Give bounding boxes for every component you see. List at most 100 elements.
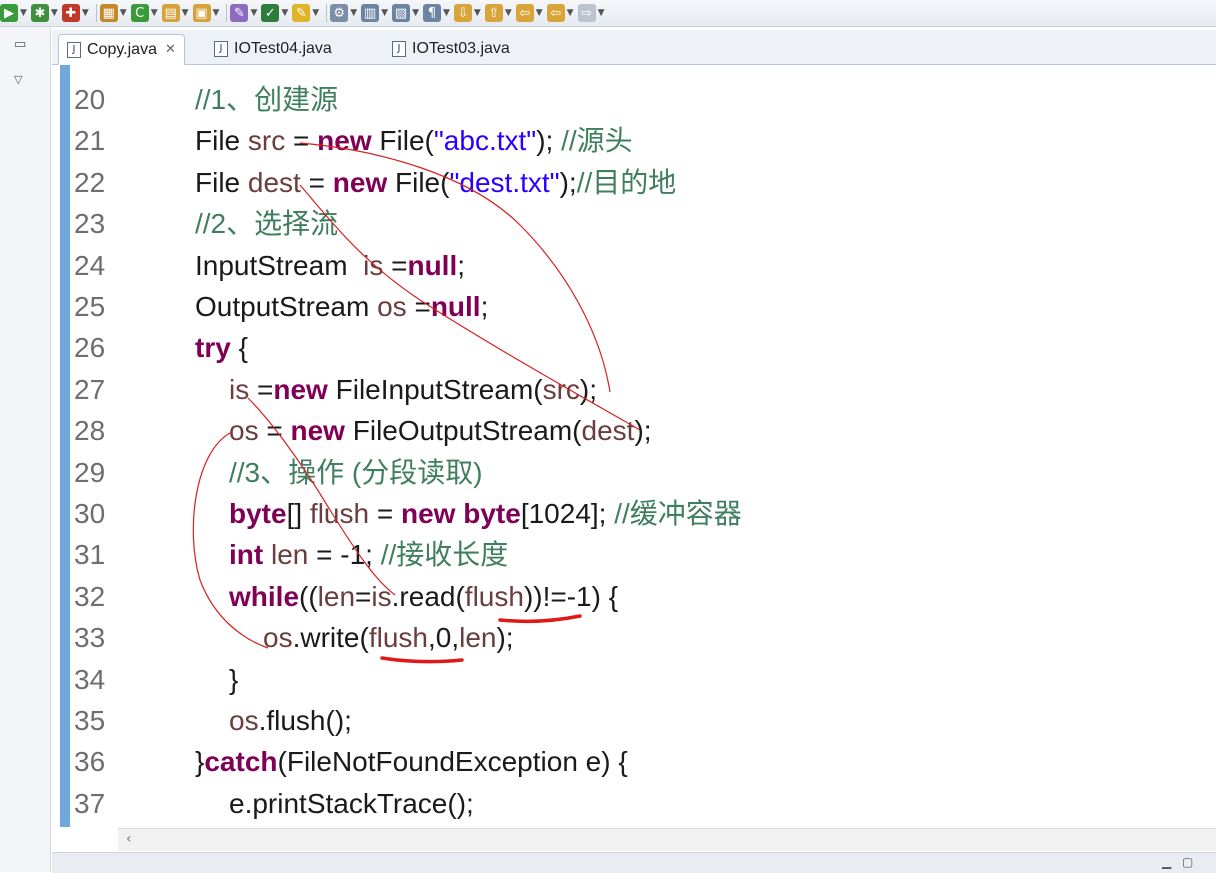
minimize-icon[interactable]: ▁ <box>1162 855 1171 869</box>
identifier-token: flush <box>309 498 370 529</box>
forward-arrow-button[interactable]: ⇨ ▼ <box>577 2 605 24</box>
chevron-down-icon[interactable]: ▼ <box>350 8 357 18</box>
code-line[interactable]: 31 int len = -1; //接收长度 <box>52 534 1216 575</box>
code-line[interactable]: 32 while((len=is.read(flush))!=-1) { <box>52 576 1216 617</box>
scroll-left-icon[interactable]: ‹ <box>126 831 132 847</box>
previous-edit-button[interactable]: ⇧ ▼ <box>484 2 512 24</box>
code-editor[interactable]: 20//1、创建源 21 File src = new File("abc.txt"… <box>52 65 1216 827</box>
open-folder-button[interactable]: ▣ ▼ <box>192 2 220 24</box>
debug-button[interactable]: ✱ ▼ <box>30 2 58 24</box>
next-annotation-button[interactable]: ⚙ ▼ <box>330 2 357 24</box>
chevron-down-icon[interactable]: ▼ <box>536 8 543 18</box>
code-text: File dest = new File("dest.txt");//目的地 <box>195 162 676 203</box>
chevron-down-icon[interactable]: ▼ <box>182 8 189 18</box>
chevron-down-icon[interactable]: ▼ <box>474 8 481 18</box>
code-line[interactable]: 35 os.flush(); <box>52 700 1216 741</box>
tab-iotest03-java[interactable]: J IOTest03.java <box>384 34 518 63</box>
toggle-mark-button[interactable]: ✓ ▼ <box>261 2 288 24</box>
tab-copy-java[interactable]: J Copy.java ✕ <box>58 34 185 65</box>
back-button[interactable]: ⇦ ▼ <box>515 2 543 24</box>
code-token: ))!=-1) { <box>523 580 619 612</box>
keyword-token: null <box>430 291 481 322</box>
chevron-down-icon[interactable]: ▼ <box>82 8 89 18</box>
chevron-down-icon[interactable]: ▼ <box>151 8 158 18</box>
keyword-token: new <box>401 498 456 529</box>
code-token: = <box>406 291 431 322</box>
previous-edit-icon: ⇧ <box>484 4 503 22</box>
new-java-package-icon: ▦ <box>99 4 118 22</box>
forward-button[interactable]: ⇦ ▼ <box>546 2 574 24</box>
external-tools-button[interactable]: ✚ ▼ <box>61 2 89 24</box>
code-line[interactable]: 20 //1、创建源 <box>52 79 1216 120</box>
breadcrumb-button[interactable]: ▥ ▼ <box>361 2 388 24</box>
code-token: = <box>249 373 274 405</box>
new-class-button[interactable]: C ▼ <box>130 2 158 24</box>
debug-icon: ✱ <box>30 4 49 22</box>
chevron-down-icon[interactable]: ▼ <box>567 8 574 18</box>
code-line[interactable]: 24 InputStream is =null; <box>52 245 1216 286</box>
code-line[interactable]: 27 is =new FileInputStream(src); <box>52 369 1216 410</box>
toolbar-separator <box>95 4 97 22</box>
search-button[interactable]: ✎ ▼ <box>230 2 257 24</box>
identifier-token: is <box>371 580 392 612</box>
line-number: 33 <box>74 622 106 654</box>
code-token: ; <box>457 249 466 281</box>
chevron-down-icon[interactable]: ▼ <box>381 8 388 18</box>
string-token: "dest.txt" <box>449 166 560 198</box>
maximize-icon[interactable]: ▢ <box>1182 855 1193 869</box>
tab-label: Copy.java <box>87 40 157 58</box>
chevron-down-icon[interactable]: ▼ <box>20 8 27 18</box>
keyword-token: try <box>195 332 231 364</box>
code-line[interactable]: 25 OutputStream os =null; <box>52 286 1216 327</box>
line-number: 21 <box>74 125 106 157</box>
chevron-down-icon[interactable]: ▼ <box>312 8 319 18</box>
close-icon[interactable]: ✕ <box>165 42 176 57</box>
show-whitespace-button[interactable]: ¶ ▼ <box>422 2 450 24</box>
block-selection-button[interactable]: ▧ ▼ <box>392 2 419 24</box>
next-edit-button[interactable]: ⇩ ▼ <box>453 2 481 24</box>
tab-label: IOTest04.java <box>234 39 332 57</box>
keyword-token: new <box>332 166 388 198</box>
code-token: ); <box>579 373 598 405</box>
chevron-down-icon[interactable]: ▼ <box>51 8 58 18</box>
chevron-down-icon[interactable]: ▼ <box>250 8 257 18</box>
chevron-down-icon[interactable]: ▼ <box>505 8 512 18</box>
keyword-token: byte <box>229 498 287 529</box>
identifier-token: os <box>229 705 259 736</box>
code-line[interactable]: 21 File src = new File("abc.txt"); //源头 <box>52 120 1216 161</box>
code-text: while((len=is.read(flush))!=-1) { <box>229 576 618 617</box>
identifier-token: os <box>229 415 259 447</box>
chevron-down-icon[interactable]: ▼ <box>443 8 450 18</box>
run-button[interactable]: ▶ ▼ <box>0 2 27 24</box>
chevron-down-icon[interactable]: ▼ <box>213 8 220 18</box>
code-line[interactable]: 26 try { <box>52 327 1216 368</box>
code-line[interactable]: 28 os = new FileOutputStream(dest); <box>52 410 1216 451</box>
code-line[interactable]: 22 File dest = new File("dest.txt");//目的地 <box>52 162 1216 203</box>
chevron-down-icon[interactable]: ▼ <box>281 8 288 18</box>
tab-iotest04-java[interactable]: J IOTest04.java <box>206 34 340 63</box>
code-line[interactable]: 36}catch(FileNotFoundException e) { <box>52 741 1216 782</box>
restore-icon[interactable]: ▭ <box>14 37 26 52</box>
code-line[interactable]: 34} <box>52 659 1216 700</box>
open-type-button[interactable]: ▤ ▼ <box>161 2 189 24</box>
chevron-down-icon[interactable]: ▼ <box>598 8 605 18</box>
horizontal-scrollbar[interactable]: ‹ <box>118 828 1216 851</box>
highlight-button[interactable]: ✎ ▼ <box>292 2 319 24</box>
line-number: 29 <box>74 456 106 488</box>
java-file-icon: J <box>392 40 406 57</box>
code-token: [1024]; <box>520 498 615 529</box>
new-java-package-button[interactable]: ▦ ▼ <box>99 2 127 24</box>
view-menu-icon[interactable]: ▽ <box>14 73 22 86</box>
code-line[interactable]: 29 //3、操作 (分段读取) <box>52 452 1216 493</box>
code-line[interactable]: 33 os.write(flush,0,len); <box>52 617 1216 658</box>
toolbar-separator <box>226 4 228 22</box>
code-line[interactable]: 37 e.printStackTrace(); <box>52 783 1216 824</box>
identifier-token: is <box>363 249 384 281</box>
chevron-down-icon[interactable]: ▼ <box>412 8 419 18</box>
code-line[interactable]: 23 //2、选择流 <box>52 203 1216 244</box>
keyword-token: new <box>317 125 372 157</box>
chevron-down-icon[interactable]: ▼ <box>120 8 127 18</box>
line-number: 30 <box>74 498 106 529</box>
code-line[interactable]: 30 byte[] flush = new byte[1024]; //缓冲容器 <box>52 493 1216 534</box>
